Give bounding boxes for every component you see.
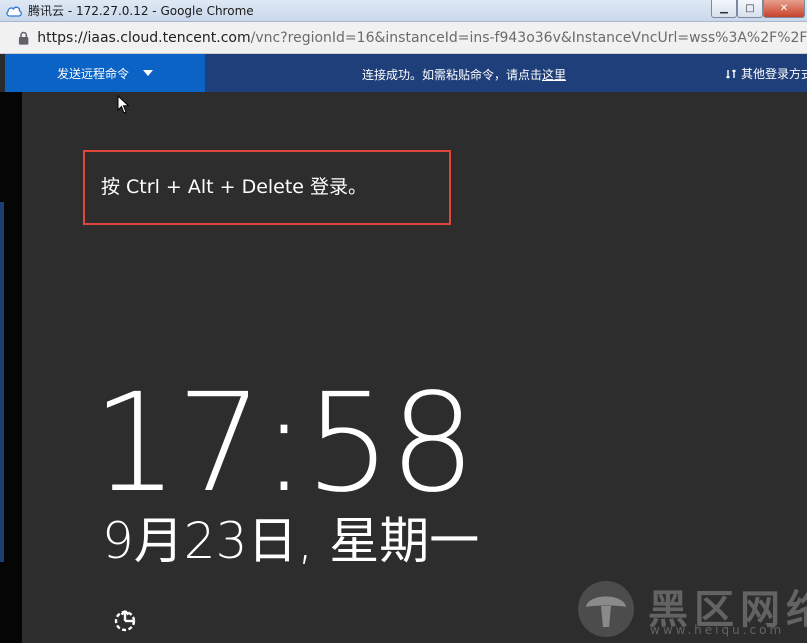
lock-icon <box>18 31 29 45</box>
mushroom-logo-icon <box>578 581 634 637</box>
url-host: https://iaas.cloud.tencent.com <box>37 29 251 46</box>
vnc-toolbar: 发送远程命令 连接成功。如需粘贴命令，请点击这里 其他登录方式 <box>5 54 807 92</box>
maximize-button[interactable]: □ <box>737 0 763 18</box>
connection-status: 连接成功。如需粘贴命令，请点击这里 <box>362 66 566 83</box>
send-remote-command-label: 发送远程命令 <box>56 66 129 81</box>
mouse-pointer-icon <box>117 95 130 114</box>
left-edge-accent <box>0 202 4 562</box>
window-titlebar: 腾讯云 - 172.27.0.12 - Google Chrome ▁ □ ✕ <box>0 0 807 22</box>
watermark: 黑区网络 www.heiqu.com <box>570 575 807 643</box>
other-login-button[interactable]: 其他登录方式 <box>725 65 807 82</box>
left-frame-strip <box>0 92 22 643</box>
caret-down-icon <box>143 70 153 76</box>
url-path: /vnc?regionId=16&instanceId=ins-f943o36v… <box>250 29 807 46</box>
cloud-icon <box>6 6 22 17</box>
paste-here-link[interactable]: 这里 <box>542 68 566 82</box>
window-title: 腾讯云 - 172.27.0.12 - Google Chrome <box>28 4 254 18</box>
address-bar[interactable]: https://iaas.cloud.tencent.com/vnc?regio… <box>0 22 807 54</box>
sync-icon <box>726 69 736 78</box>
minimize-button[interactable]: ▁ <box>711 0 737 18</box>
lockscreen-time: 17:58 <box>92 365 476 523</box>
url-text[interactable]: https://iaas.cloud.tencent.com/vnc?regio… <box>37 30 807 46</box>
other-login-label: 其他登录方式 <box>741 67 807 81</box>
ease-of-access-icon[interactable] <box>112 606 140 634</box>
ctrl-alt-delete-prompt: 按 Ctrl + Alt + Delete 登录。 <box>101 176 368 198</box>
status-text: 连接成功。如需粘贴命令，请点击 <box>362 68 543 82</box>
close-button[interactable]: ✕ <box>763 0 805 18</box>
window-controls: ▁ □ ✕ <box>711 0 805 18</box>
watermark-url: www.heiqu.com <box>650 623 785 637</box>
send-remote-command-button[interactable]: 发送远程命令 <box>5 54 205 92</box>
lockscreen-date: 9月23日, 星期一 <box>102 512 480 570</box>
